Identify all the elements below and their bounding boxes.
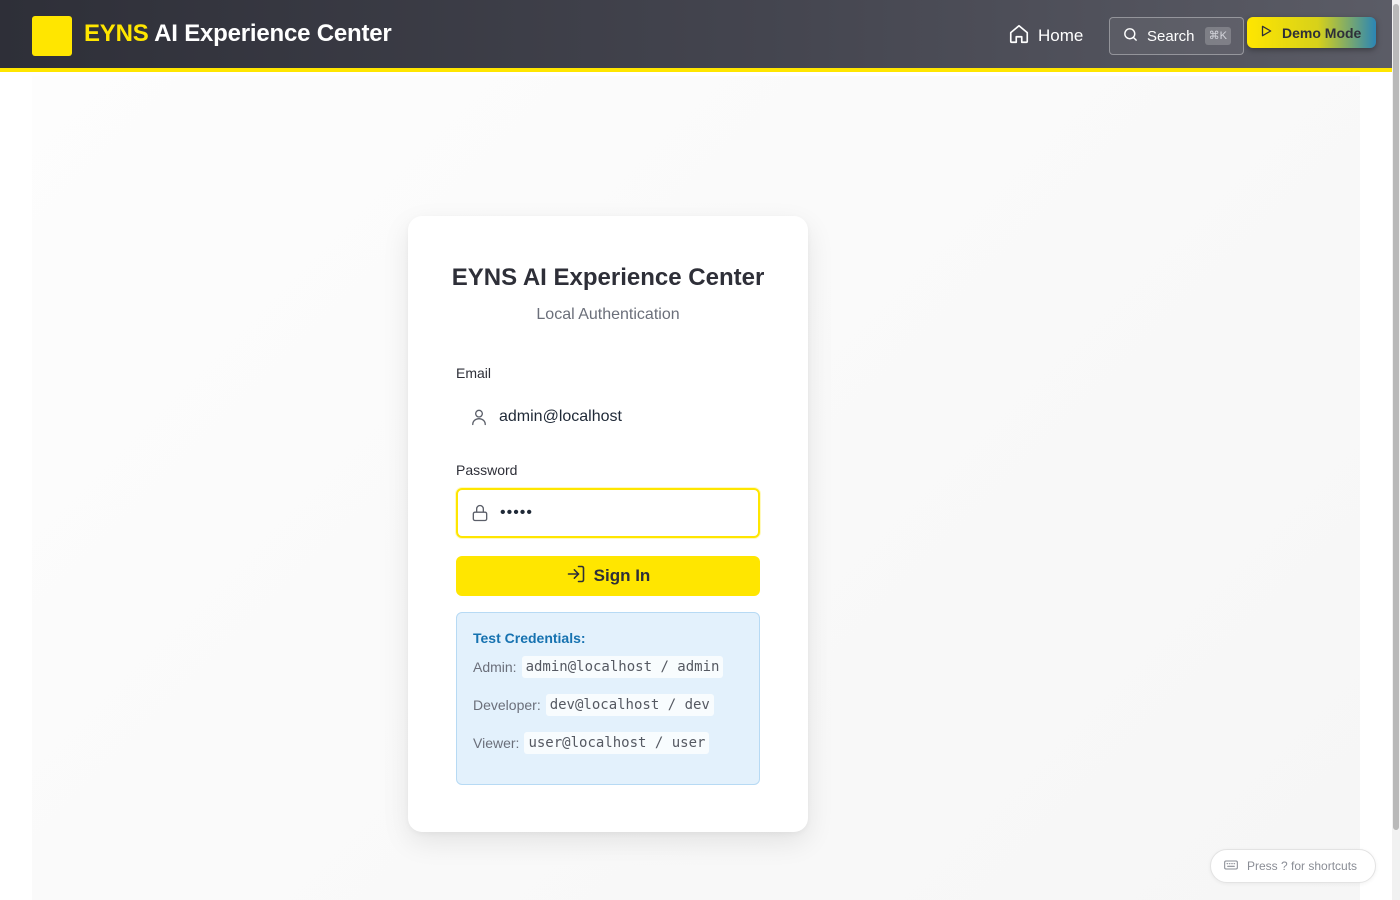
test-credentials-title: Test Credentials:	[473, 630, 586, 646]
email-field[interactable]	[456, 392, 760, 442]
brand-logo[interactable]	[32, 16, 72, 56]
test-credentials-box: Test Credentials: Admin: admin@localhost…	[456, 612, 760, 785]
password-label: Password	[456, 462, 518, 478]
search-icon	[1122, 26, 1147, 47]
sign-in-icon	[566, 564, 586, 589]
password-input[interactable]	[500, 504, 750, 522]
credential-value: dev@localhost / dev	[545, 694, 714, 716]
brand-title-accent: EYNS	[84, 20, 149, 47]
credential-row-viewer: Viewer: user@localhost / user	[473, 732, 710, 754]
login-title: EYNS AI Experience Center	[451, 264, 765, 291]
sign-in-button[interactable]: Sign In	[456, 556, 760, 596]
credential-row-developer: Developer: dev@localhost / dev	[473, 694, 714, 716]
search-label: Search	[1147, 27, 1195, 45]
search-button[interactable]: Search ⌘K	[1109, 17, 1244, 55]
search-shortcut-badge: ⌘K	[1204, 27, 1231, 45]
email-label: Email	[456, 365, 492, 381]
password-field[interactable]	[456, 488, 760, 538]
login-card: EYNS AI Experience Center Local Authenti…	[408, 216, 808, 832]
demo-mode-label: Demo Mode	[1282, 24, 1362, 41]
login-subtitle: Local Authentication	[536, 306, 680, 323]
sign-in-label: Sign In	[593, 566, 651, 585]
keyboard-icon	[1223, 857, 1239, 876]
credential-role: Admin:	[473, 659, 517, 675]
credential-value: user@localhost / user	[524, 732, 710, 754]
credential-row-admin: Admin: admin@localhost / admin	[473, 656, 724, 678]
home-link[interactable]: Home	[1008, 20, 1083, 52]
credential-role: Viewer:	[473, 735, 520, 751]
home-label: Home	[1038, 26, 1084, 45]
demo-mode-button[interactable]: Demo Mode	[1247, 17, 1376, 48]
brand-title-rest: AI Experience Center	[148, 20, 392, 47]
app-header: EYNS AI Experience Center Home Search ⌘K…	[0, 0, 1392, 72]
shortcuts-hint-label: Press ? for shortcuts	[1247, 859, 1358, 873]
shortcuts-hint-button[interactable]: Press ? for shortcuts	[1210, 849, 1376, 883]
credential-value: admin@localhost / admin	[521, 656, 724, 678]
play-icon	[1259, 24, 1273, 41]
scrollbar-thumb[interactable]	[1393, 4, 1399, 830]
lock-icon	[470, 503, 490, 523]
credential-role: Developer:	[473, 697, 541, 713]
email-input[interactable]	[499, 408, 749, 426]
brand-title[interactable]: EYNS AI Experience Center	[84, 20, 392, 48]
user-icon	[469, 407, 489, 427]
home-icon	[1008, 23, 1030, 50]
